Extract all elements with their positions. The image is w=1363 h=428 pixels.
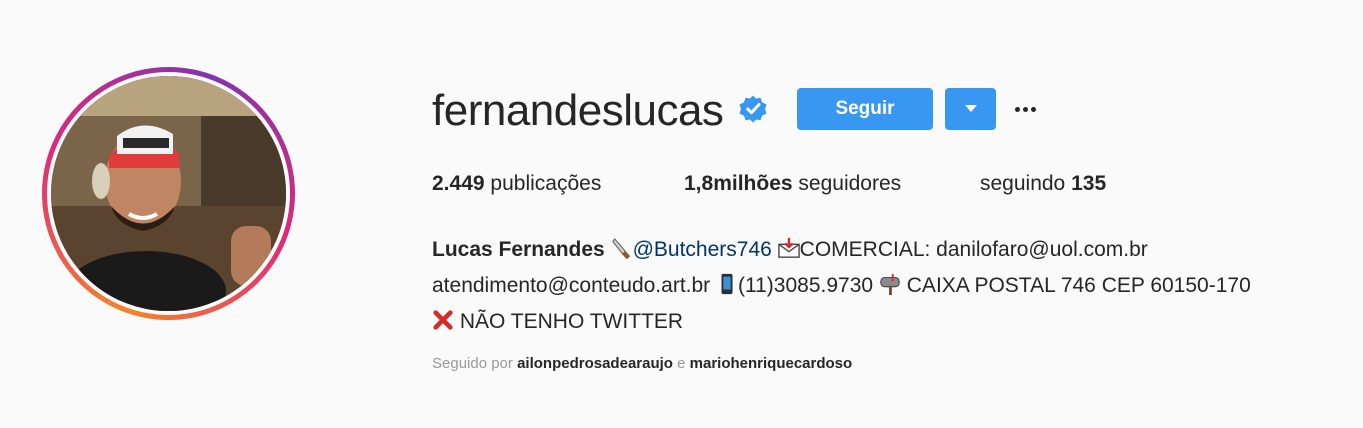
cross-mark-emoji-icon — [433, 310, 453, 330]
followed-by-prefix: Seguido por — [432, 355, 513, 372]
envelope-arrow-emoji-icon — [777, 237, 800, 258]
mailbox-emoji-icon — [880, 273, 900, 295]
full-name: Lucas Fernandes — [432, 238, 605, 261]
posts-label: publicações — [490, 172, 602, 195]
mention-link[interactable]: @Butchers746 — [633, 238, 772, 261]
profile-username: fernandeslucas — [432, 86, 724, 135]
caret-down-icon — [964, 105, 977, 112]
po-box: CAIXA POSTAL 746 CEP 60150-170 — [906, 274, 1251, 297]
verified-badge-icon — [739, 95, 767, 123]
suggestions-dropdown-button[interactable] — [945, 88, 996, 130]
profile-avatar-ring[interactable] — [42, 67, 295, 320]
followed-by: Seguido por ailonpedrosadearaujo e mario… — [432, 355, 852, 372]
followers-label: seguidores — [798, 172, 902, 195]
followed-by-user-2[interactable]: mariohenriquecardoso — [690, 355, 853, 372]
following-label: seguindo — [980, 172, 1066, 195]
following-stat[interactable]: seguindo 135 — [980, 170, 1106, 198]
follow-button[interactable]: Seguir — [797, 88, 933, 130]
mobile-phone-emoji-icon — [721, 273, 733, 295]
following-count: 135 — [1071, 172, 1107, 195]
knife-emoji-icon — [611, 238, 630, 260]
bio-line-2: atendimento@conteudo.art.br (11)3085.973… — [432, 268, 1251, 304]
profile-bio: Lucas Fernandes @Butchers746 COMERCIAL: … — [432, 232, 1251, 340]
contact-email: atendimento@conteudo.art.br — [432, 274, 711, 297]
followed-by-conjunction: e — [677, 355, 686, 372]
commercial-email: COMERCIAL: danilofaro@uol.com.br — [799, 238, 1148, 261]
posts-stat: 2.449 publicações — [432, 170, 601, 198]
no-twitter-note: NÃO TENHO TWITTER — [459, 310, 684, 333]
bio-line-1: Lucas Fernandes @Butchers746 COMERCIAL: … — [432, 232, 1251, 268]
posts-count: 2.449 — [432, 172, 485, 195]
followers-count: 1,8milhões — [684, 172, 793, 195]
more-options-icon[interactable] — [1012, 96, 1038, 122]
bio-line-3: NÃO TENHO TWITTER — [432, 304, 1251, 340]
phone-number: (11)3085.9730 — [738, 274, 874, 297]
followed-by-user-1[interactable]: ailonpedrosadearaujo — [517, 355, 673, 372]
followers-stat[interactable]: 1,8milhões seguidores — [684, 170, 901, 198]
avatar-photo — [51, 76, 286, 311]
avatar[interactable] — [51, 76, 286, 311]
